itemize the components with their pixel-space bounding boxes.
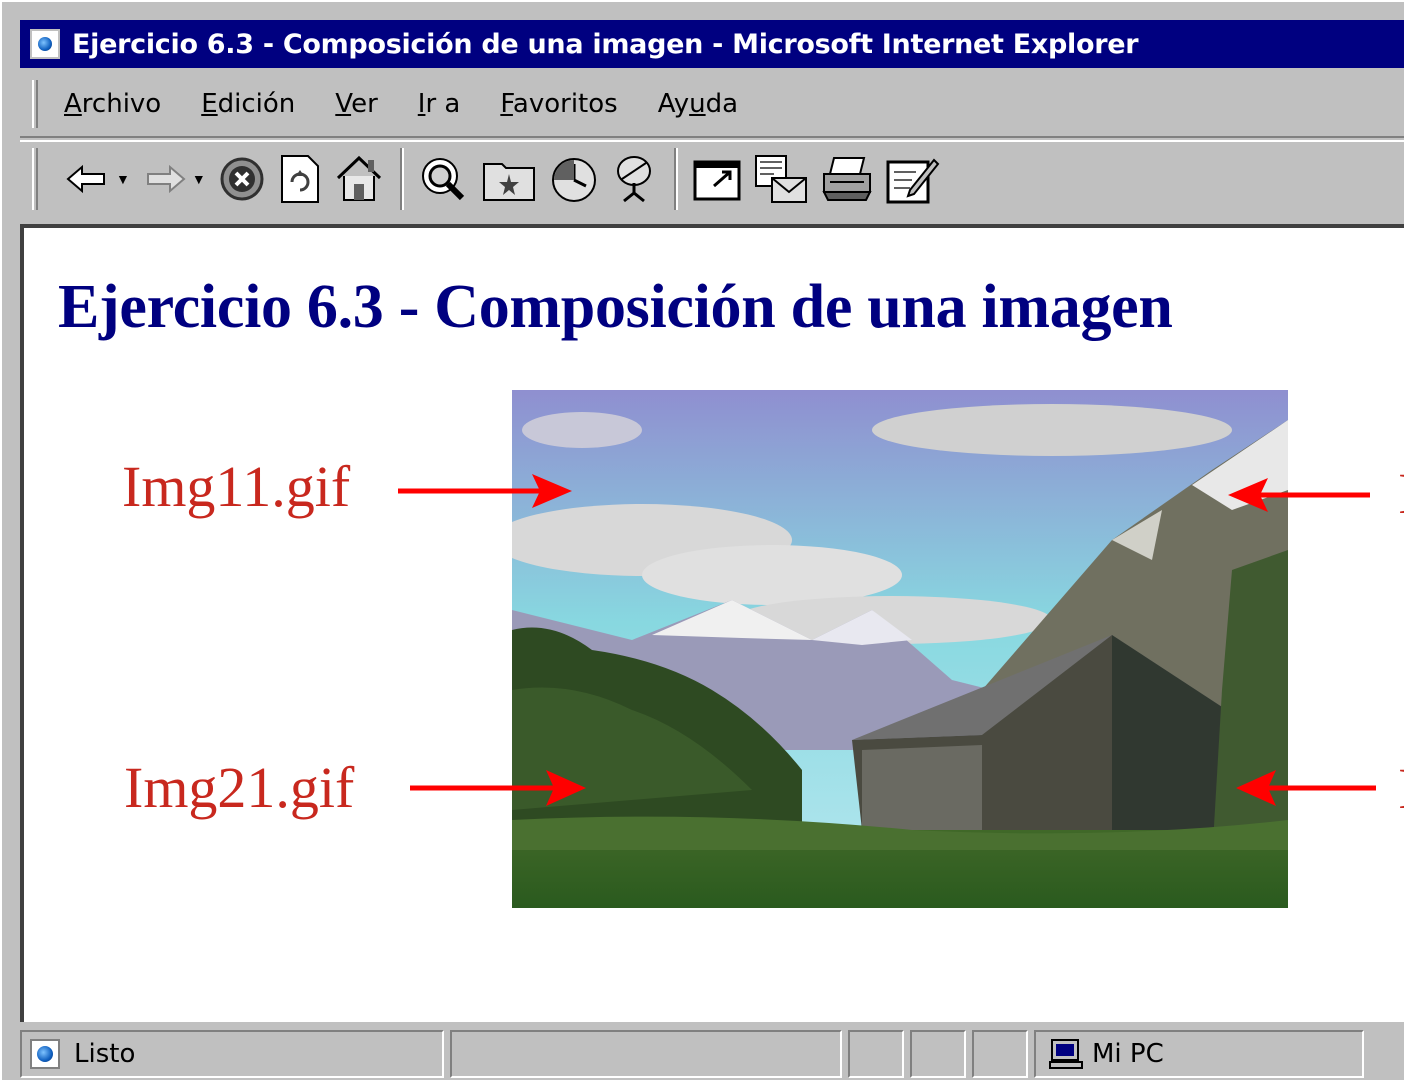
search-icon	[421, 158, 464, 201]
forward-dropdown-icon[interactable]: ▼	[192, 171, 206, 187]
menu-favoritos[interactable]: Favoritos	[500, 89, 617, 119]
fullscreen-button[interactable]	[692, 149, 742, 209]
menu-edicion[interactable]: Edición	[201, 89, 295, 119]
status-panel-3	[972, 1030, 1028, 1078]
forward-button[interactable]: ▼	[142, 149, 206, 209]
status-panel-progress	[450, 1030, 842, 1078]
composite-landscape-image	[512, 390, 1288, 908]
label-img11: Img11.gif	[122, 454, 351, 519]
menu-ayuda-mnemonic: u	[689, 89, 706, 119]
mail-button[interactable]	[754, 149, 808, 209]
print-icon	[822, 157, 872, 201]
refresh-button[interactable]	[278, 149, 322, 209]
stop-button[interactable]	[218, 149, 266, 209]
status-panel-main: Listo	[20, 1030, 444, 1078]
page-content: Ejercicio 6.3 - Composición de una image…	[20, 224, 1404, 1022]
menu-favoritos-mnemonic: F	[500, 89, 513, 119]
toolbar-separator	[673, 148, 678, 210]
status-panel-zone: Mi PC	[1034, 1030, 1364, 1078]
browser-window: Ejercicio 6.3 - Composición de una image…	[0, 0, 1404, 1080]
print-button[interactable]	[820, 149, 874, 209]
channels-button[interactable]	[612, 149, 658, 209]
menu-ver-mnemonic: V	[335, 89, 352, 119]
status-panel-1	[848, 1030, 904, 1078]
status-text: Listo	[74, 1039, 136, 1069]
menu-ver-label: er	[351, 89, 378, 119]
stop-icon	[220, 157, 264, 201]
menu-ayuda[interactable]: Ayuda	[658, 89, 738, 119]
menu-archivo-mnemonic: A	[64, 89, 82, 119]
menu-ayuda-label-pre: Ay	[657, 89, 690, 119]
status-panel-2	[910, 1030, 966, 1078]
back-arrow-icon	[66, 164, 105, 194]
title-bar[interactable]: Ejercicio 6.3 - Composición de una image…	[20, 20, 1404, 68]
menu-ayuda-label: da	[705, 89, 739, 119]
favorites-icon	[482, 163, 535, 201]
menu-edicion-mnemonic: E	[201, 89, 218, 119]
menu-ver[interactable]: Ver	[335, 89, 377, 119]
menu-edicion-label: dición	[217, 89, 296, 119]
window-title: Ejercicio 6.3 - Composición de una image…	[72, 28, 1139, 60]
mail-icon	[754, 155, 807, 203]
back-dropdown-icon[interactable]: ▼	[116, 171, 130, 187]
history-icon	[551, 158, 596, 202]
page-heading: Ejercicio 6.3 - Composición de una image…	[58, 273, 1173, 341]
ie-document-icon	[30, 1039, 60, 1069]
menu-ir-a-label: r a	[425, 89, 461, 119]
home-button[interactable]	[334, 149, 384, 209]
forward-arrow-icon	[146, 164, 186, 194]
label-right-top: I	[1398, 460, 1404, 527]
zone-text: Mi PC	[1092, 1039, 1164, 1069]
home-icon	[336, 155, 381, 201]
search-button[interactable]	[418, 149, 470, 209]
menu-archivo-label: rchivo	[81, 89, 162, 119]
toolbar-grip[interactable]	[32, 148, 38, 210]
status-bar: Listo Mi PC	[20, 1026, 1404, 1080]
my-computer-icon	[1049, 1039, 1083, 1069]
menu-ir-a[interactable]: Ir a	[418, 89, 461, 119]
menu-bar: Archivo Edición Ver Ir a Favoritos Ayuda	[20, 72, 1404, 138]
refresh-icon	[280, 155, 319, 203]
edit-icon	[886, 158, 940, 204]
edit-button[interactable]	[886, 149, 940, 209]
label-img21: Img21.gif	[124, 755, 355, 820]
history-button[interactable]	[548, 149, 600, 209]
favorites-button[interactable]	[482, 149, 536, 209]
label-right-bottom: I	[1398, 755, 1404, 822]
toolbar-separator	[399, 148, 404, 210]
back-button[interactable]: ▼	[66, 149, 130, 209]
menu-bar-grip[interactable]	[32, 80, 38, 128]
channels-icon	[616, 156, 651, 203]
menu-favoritos-label: avoritos	[512, 89, 618, 119]
fullscreen-icon	[693, 160, 741, 201]
ie-document-icon[interactable]	[30, 29, 60, 59]
toolbar: ▼ ▼	[20, 140, 1404, 216]
menu-archivo[interactable]: Archivo	[64, 89, 161, 119]
